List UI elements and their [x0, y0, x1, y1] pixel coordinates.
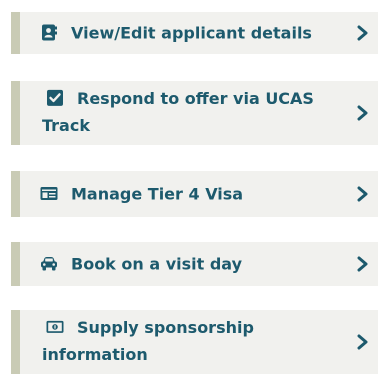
- menu-item-text: Supply sponsorship information: [42, 314, 328, 368]
- view-edit-applicant-details-link[interactable]: View/Edit applicant details: [11, 12, 378, 54]
- chevron-right-icon: [357, 256, 368, 272]
- chevron-right-icon: [357, 25, 368, 41]
- chevron-right-icon: [357, 105, 368, 121]
- respond-to-offer-link[interactable]: Respond to offer via UCAS Track: [11, 81, 378, 145]
- menu-item-label: Supply sponsorship information: [42, 317, 254, 364]
- menu-item-label: Respond to offer via UCAS Track: [42, 88, 314, 135]
- banknote-icon: [46, 320, 64, 333]
- chevron-right-icon: [357, 334, 368, 350]
- action-menu: View/Edit applicant details Respond to o…: [0, 0, 379, 378]
- contact-book-icon: [42, 24, 57, 41]
- supply-sponsorship-information-link[interactable]: Supply sponsorship information: [11, 310, 378, 374]
- menu-item-label: View/Edit applicant details: [71, 23, 312, 43]
- chevron-right-icon: [357, 186, 368, 202]
- menu-item-text: View/Edit applicant details: [40, 20, 328, 47]
- menu-item-text: Respond to offer via UCAS Track: [42, 85, 328, 139]
- manage-tier-4-visa-link[interactable]: Manage Tier 4 Visa: [11, 171, 378, 217]
- car-icon: [41, 257, 57, 271]
- checkbox-icon: [47, 89, 63, 106]
- menu-item-label: Book on a visit day: [71, 254, 243, 274]
- book-visit-day-link[interactable]: Book on a visit day: [11, 242, 378, 286]
- id-card-icon: [40, 187, 58, 200]
- menu-item-text: Book on a visit day: [40, 251, 328, 278]
- menu-item-label: Manage Tier 4 Visa: [71, 184, 244, 204]
- menu-item-text: Manage Tier 4 Visa: [40, 181, 328, 208]
